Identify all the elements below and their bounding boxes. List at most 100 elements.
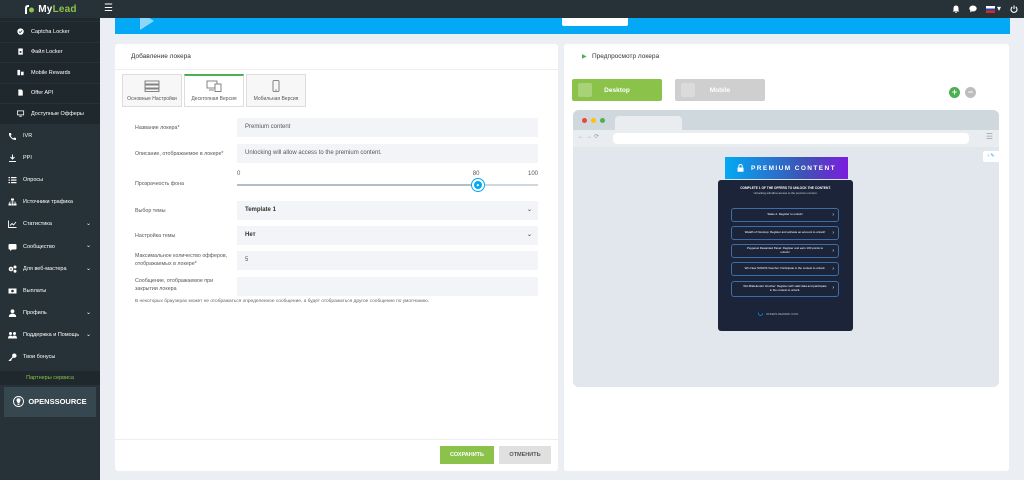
cancel-button[interactable]: ОТМЕНИТЬ	[499, 446, 551, 464]
sidebar-sub-list: Captcha Locker Файл Locker Mobile Rewards O…	[0, 22, 100, 125]
check-circle-icon	[17, 28, 24, 35]
slider-thumb[interactable]: ◆	[471, 179, 484, 191]
tab-label: Мобильная Версия	[253, 95, 299, 102]
list-icon	[8, 176, 17, 184]
locker-offer-text: Stake 2. Register to unlock!	[767, 212, 803, 217]
sidebar-subitem-4[interactable]: Доступные Офферы	[0, 104, 100, 125]
theme-select[interactable]: Template 1 ⌄	[237, 201, 538, 220]
chat-icon[interactable]	[969, 5, 977, 13]
file-lock-icon	[18, 48, 23, 55]
sidebar-item-5[interactable]: Сообщество ⌄	[0, 235, 100, 257]
zoom-in-icon[interactable]: +	[949, 87, 960, 98]
sitemap-icon	[8, 198, 17, 206]
preview-title: Предпросмотр локера	[592, 53, 660, 60]
locker-offer[interactable]: Wealth of Nonstop: Register and activate…	[731, 226, 839, 240]
locker-form-card: Добавление локера Основные Настройки Дес…	[115, 44, 558, 471]
slider-value-label: 80	[472, 171, 480, 177]
sidebar-item-label: Offer API	[31, 90, 54, 97]
minimize-dot-icon	[591, 118, 596, 123]
check-circle-icon	[17, 28, 25, 36]
sidebar-subitem-2[interactable]: Mobile Rewards	[0, 63, 100, 84]
locker-preview-card: ▶ Предпросмотр локера Desktop Mobile + −…	[564, 44, 1009, 471]
tab-desktop-version[interactable]: Десктопная Версия	[184, 74, 244, 107]
locker-offer[interactable]: Win New SONOS Voucher: Participate in th…	[731, 262, 839, 276]
chevron-down-icon: ⌄	[85, 221, 91, 228]
sidebar-item-0[interactable]: IVR	[0, 125, 100, 147]
partner-logo-openssource[interactable]: OPENSSOURCE	[4, 386, 96, 417]
community-icon	[8, 243, 17, 251]
sidebar-item-8[interactable]: Профиль ⌄	[0, 302, 100, 324]
max-offers-input[interactable]: 5	[237, 251, 538, 270]
bell-icon[interactable]	[952, 5, 960, 13]
promo-banner[interactable]	[115, 18, 1010, 34]
sidebar-item-2[interactable]: Опросы	[0, 169, 100, 191]
close-message-input[interactable]	[237, 277, 538, 296]
sitemap-icon	[8, 198, 17, 206]
tab-mobile-version[interactable]: Мобильная Версия	[246, 74, 306, 107]
key-icon	[7, 353, 17, 362]
sidebar-item-3[interactable]: Источники трафика	[0, 191, 100, 213]
theme-settings-value: Нет	[245, 232, 256, 238]
sidebar-main-list: IVR PPI Опросы Источники трафика Статистика ⌄…	[0, 125, 100, 369]
sidebar-item-10[interactable]: Твои бонусы	[0, 346, 100, 368]
zoom-out-icon[interactable]: −	[965, 87, 976, 98]
desktop-devices-icon	[206, 80, 222, 92]
locker-offer[interactable]: Win Bitdefender Voucher: Register with v…	[731, 281, 839, 297]
chart-icon	[8, 220, 17, 229]
sidebar-item-9[interactable]: Поддержка и Помощь ⌄	[0, 324, 100, 346]
brand-logo[interactable]: MyLead	[0, 0, 100, 18]
locker-box: COMPLETE 1 OF THE OFFERS TO UNLOCK THE C…	[718, 180, 853, 331]
spinner-icon	[758, 311, 763, 316]
locker-description-label: Описание, отображаемое в локере*	[135, 151, 224, 157]
tab-label: Десктопная Версия	[191, 96, 237, 102]
browser-mockup: ←→⟳ ☰ ‹ ✎ PREMIUM CONTENT COMPLETE 1 OF …	[573, 110, 999, 387]
sidebar-subitem-3[interactable]: Offer API	[0, 83, 100, 104]
locker-waiting: OFFERS REWARD ICON	[758, 311, 798, 316]
sidebar-subitem-1[interactable]: Файл Locker	[0, 42, 100, 63]
sidebar-item-6[interactable]: Для веб-мастера ⌄	[0, 258, 100, 280]
desktop-preview-button[interactable]: Desktop	[572, 79, 662, 101]
sidebar-item-7[interactable]: Выплаты	[0, 280, 100, 302]
power-icon[interactable]	[1010, 5, 1018, 13]
locker-description-input[interactable]: Unlocking will allow access to the premi…	[237, 144, 538, 163]
browser-tab	[615, 116, 682, 130]
user-icon	[8, 309, 17, 318]
locker-offer-text: Win Bitdefender Voucher: Register with v…	[743, 284, 827, 292]
sidebar-item-label: Файл Locker	[31, 49, 63, 56]
save-button[interactable]: СОХРАНИТЬ	[440, 446, 494, 464]
theme-label: Выбор темы	[135, 208, 166, 214]
desktop-icon	[578, 83, 592, 97]
tab-basic-settings[interactable]: Основные Настройки	[122, 74, 182, 107]
sidebar-subitem-0[interactable]: Captcha Locker	[0, 22, 100, 43]
locker-offer[interactable]: Paypanel Rewarded Panel: Register and ea…	[731, 244, 839, 258]
sidebar-item-1[interactable]: PPI	[0, 147, 100, 169]
mobile-preview-button[interactable]: Mobile	[675, 79, 765, 101]
side-toggle-icon[interactable]: ‹ ✎	[983, 151, 999, 162]
sidebar-item-label: IVR	[23, 132, 33, 139]
opacity-slider[interactable]: 0 80 100 ◆	[237, 171, 538, 193]
sidebar-item-label: Сообщество	[23, 243, 55, 250]
browser-menu-icon: ☰	[985, 132, 993, 141]
theme-settings-select[interactable]: Нет ⌄	[237, 226, 538, 245]
document-icon	[18, 89, 23, 96]
menu-toggle-icon[interactable]: ☰	[104, 3, 114, 15]
flag-ru-icon[interactable]: ▾	[985, 0, 1001, 18]
chevron-right-icon: ›	[832, 248, 834, 254]
locker-offer[interactable]: Stake 2. Register to unlock! ›	[731, 208, 839, 222]
sidebar-item-label: PPI	[23, 154, 32, 161]
server-icon	[144, 80, 160, 92]
locker-name-input[interactable]: Premium content	[237, 118, 538, 137]
chevron-right-icon: ›	[832, 285, 834, 291]
sidebar-item-label: Доступные Офферы	[31, 110, 84, 117]
sidebar-item-label: Captcha Locker	[31, 28, 70, 35]
sidebar-item-label: Статистика	[23, 221, 52, 228]
slider-fill	[237, 184, 478, 186]
banner-button[interactable]	[562, 18, 628, 26]
top-bar: MyLead ☰ ▾	[0, 0, 1024, 18]
sidebar-item-4[interactable]: Статистика ⌄	[0, 213, 100, 235]
locker-intro-title: COMPLETE 1 OF THE OFFERS TO UNLOCK THE C…	[740, 186, 831, 190]
locker-intro: COMPLETE 1 OF THE OFFERS TO UNLOCK THE C…	[728, 186, 843, 195]
chevron-down-icon: ⌄	[526, 232, 532, 238]
chevron-right-icon: ›	[832, 266, 834, 272]
close-dot-icon	[582, 118, 587, 123]
